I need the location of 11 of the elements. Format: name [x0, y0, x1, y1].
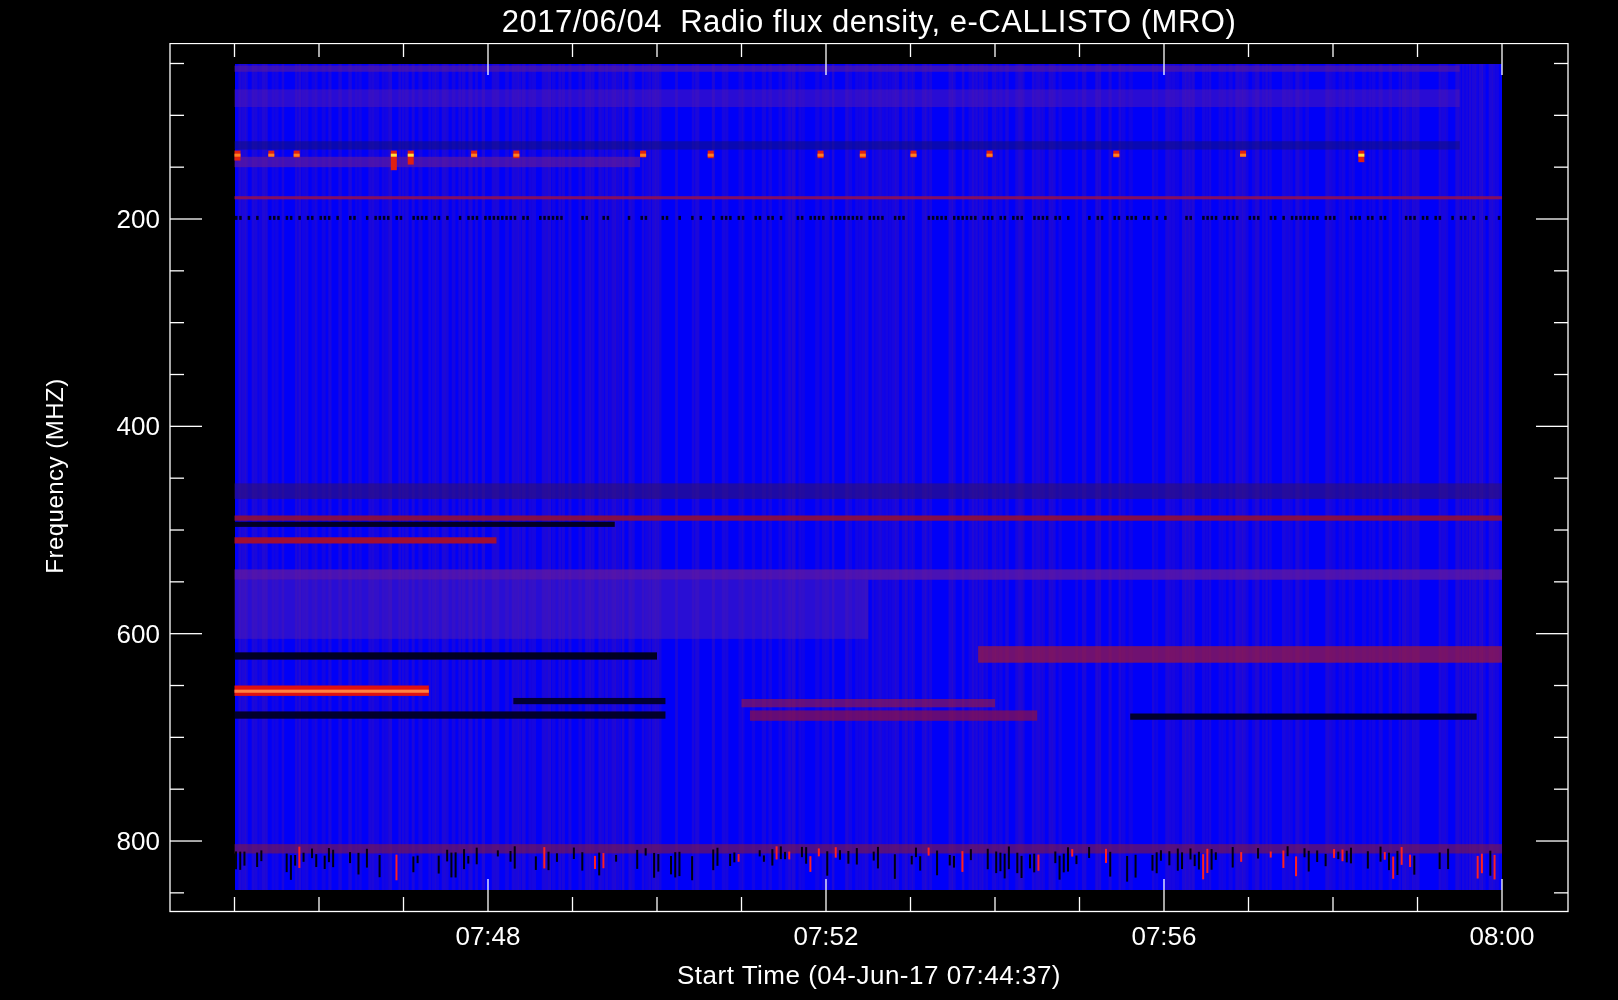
y-tick-label: 400: [116, 411, 160, 442]
y-tick-label: 200: [116, 204, 160, 234]
x-tick-label: 07:56: [1131, 921, 1197, 951]
x-tick-label: 07:52: [793, 921, 859, 951]
y-tick-label: 800: [116, 826, 160, 856]
x-tick-label: 08:00: [1469, 921, 1535, 951]
y-tick-label: 600: [116, 618, 160, 649]
x-tick-label: 07:48: [455, 921, 521, 951]
x-axis-title: Start Time (04-Jun-17 07:44:37): [677, 962, 1061, 988]
y-axis-title: Frequency (MHZ): [41, 377, 69, 574]
chart-title: 2017/06/04 Radio flux density, e-CALLISTO (MRO): [501, 6, 1237, 37]
